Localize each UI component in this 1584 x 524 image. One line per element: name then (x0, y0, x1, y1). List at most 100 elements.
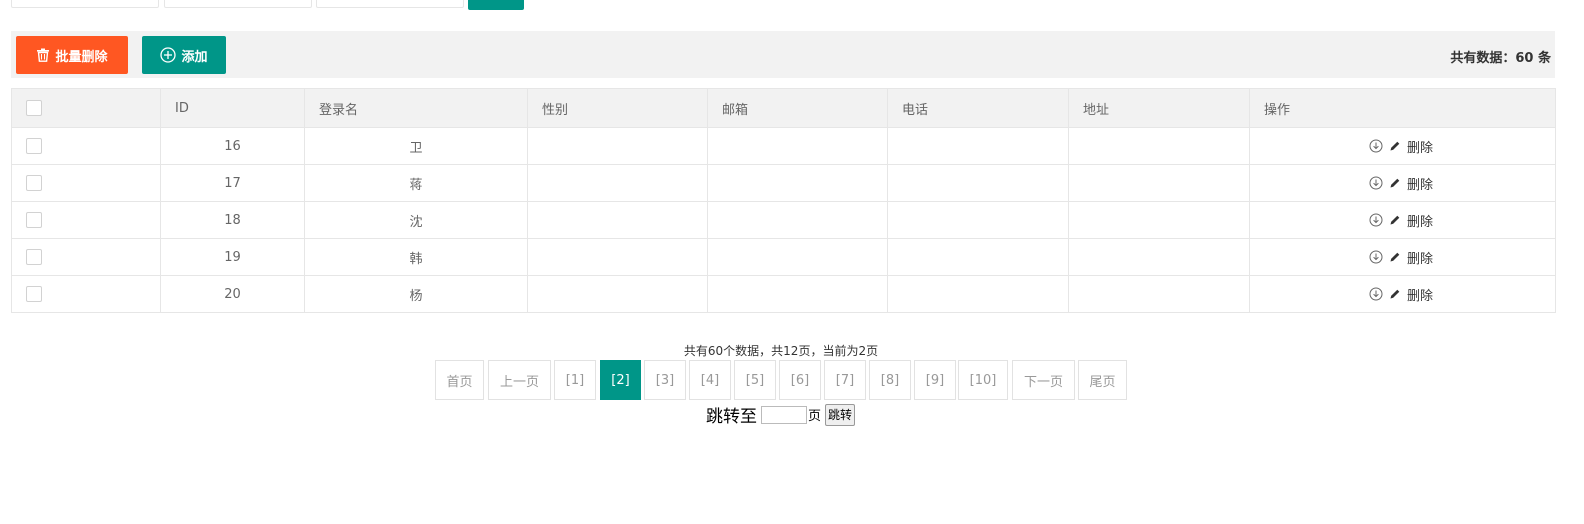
cell-actions: 删除 (1249, 275, 1556, 313)
pencil-icon[interactable] (1389, 177, 1401, 189)
cell-id: 17 (160, 164, 305, 202)
delete-link[interactable]: 删除 (1407, 174, 1433, 193)
download-circle-icon[interactable] (1369, 176, 1383, 190)
batch-delete-button[interactable]: 批量删除 (16, 36, 128, 74)
pagination-info: 共有60个数据，共12页，当前为2页 (683, 344, 879, 358)
trash-icon (36, 48, 50, 62)
cell-address (1068, 127, 1250, 165)
total-count: 共有数据：60 条 (1450, 51, 1551, 66)
header-phone: 电话 (887, 88, 1069, 128)
last-page-button[interactable]: 尾页 (1078, 360, 1127, 400)
header-gender: 性别 (527, 88, 708, 128)
add-button[interactable]: 添加 (142, 36, 226, 74)
jump-label: 跳转至 (706, 407, 757, 427)
plus-circle-icon (160, 47, 177, 63)
header-id: ID (160, 88, 305, 128)
cell-gender (527, 275, 708, 313)
cell-login-name: 杨 (304, 275, 528, 313)
cell-address (1068, 164, 1250, 202)
table-row: 17 蒋 删除 (11, 164, 1556, 202)
table-row: 16 卫 删除 (11, 127, 1556, 165)
cell-actions: 删除 (1249, 127, 1556, 165)
cell-address (1068, 275, 1250, 313)
jump-page-input[interactable] (761, 405, 807, 424)
row-checkbox[interactable] (26, 212, 42, 228)
table-header-row: ID 登录名 性别 邮箱 电话 地址 操作 (11, 88, 1556, 128)
cell-gender (527, 164, 708, 202)
table-row: 20 杨 删除 (11, 275, 1556, 313)
cell-phone (887, 238, 1069, 276)
cell-phone (887, 201, 1069, 239)
page-button-9[interactable]: [9] (914, 360, 956, 400)
toolbar: 批量删除 添加 共有数据：60 条 (11, 31, 1555, 78)
cell-login-name: 卫 (304, 127, 528, 165)
jump-button[interactable]: 跳转 (825, 403, 856, 426)
cell-phone (887, 127, 1069, 165)
page-button-2-current[interactable]: [2] (600, 360, 641, 400)
cell-gender (527, 127, 708, 165)
cell-login-name: 沈 (304, 201, 528, 239)
search-button[interactable] (468, 0, 524, 10)
batch-delete-label: 批量删除 (55, 49, 108, 65)
download-circle-icon[interactable] (1369, 139, 1383, 153)
cell-id: 16 (160, 127, 305, 165)
page-jump: 跳转至 页 跳转 (706, 402, 856, 427)
cell-actions: 删除 (1249, 164, 1556, 202)
cell-actions: 删除 (1249, 238, 1556, 276)
row-checkbox[interactable] (26, 138, 42, 154)
cell-id: 20 (160, 275, 305, 313)
delete-link[interactable]: 删除 (1407, 211, 1433, 230)
header-login-name: 登录名 (304, 88, 528, 128)
pencil-icon[interactable] (1389, 288, 1401, 300)
cell-login-name: 韩 (304, 238, 528, 276)
next-page-button[interactable]: 下一页 (1012, 360, 1075, 400)
add-label: 添加 (181, 49, 208, 65)
cell-email (707, 238, 888, 276)
row-checkbox[interactable] (26, 249, 42, 265)
page-button-7[interactable]: [7] (824, 360, 866, 400)
pencil-icon[interactable] (1389, 140, 1401, 152)
cell-email (707, 201, 888, 239)
cell-address (1068, 201, 1250, 239)
table-row: 18 沈 删除 (11, 201, 1556, 239)
cell-email (707, 164, 888, 202)
search-bar (11, 0, 611, 10)
cell-address (1068, 238, 1250, 276)
cell-actions: 删除 (1249, 201, 1556, 239)
header-address: 地址 (1068, 88, 1250, 128)
cell-phone (887, 275, 1069, 313)
delete-link[interactable]: 删除 (1407, 137, 1433, 156)
first-page-button[interactable]: 首页 (435, 360, 484, 400)
search-input-1[interactable] (11, 0, 159, 8)
page-button-1[interactable]: [1] (554, 360, 596, 400)
page-button-5[interactable]: [5] (734, 360, 776, 400)
cell-id: 18 (160, 201, 305, 239)
page-button-6[interactable]: [6] (779, 360, 821, 400)
pencil-icon[interactable] (1389, 251, 1401, 263)
delete-link[interactable]: 删除 (1407, 248, 1433, 267)
download-circle-icon[interactable] (1369, 213, 1383, 227)
row-checkbox[interactable] (26, 175, 42, 191)
header-email: 邮箱 (707, 88, 888, 128)
page-button-10[interactable]: [10] (958, 360, 1008, 400)
download-circle-icon[interactable] (1369, 250, 1383, 264)
page-button-4[interactable]: [4] (689, 360, 731, 400)
download-circle-icon[interactable] (1369, 287, 1383, 301)
header-actions: 操作 (1249, 88, 1556, 128)
cell-email (707, 127, 888, 165)
row-checkbox[interactable] (26, 286, 42, 302)
select-all-checkbox[interactable] (26, 100, 42, 116)
header-select-all (11, 88, 161, 128)
page-button-8[interactable]: [8] (869, 360, 911, 400)
table-row: 19 韩 删除 (11, 238, 1556, 276)
cell-phone (887, 164, 1069, 202)
pencil-icon[interactable] (1389, 214, 1401, 226)
delete-link[interactable]: 删除 (1407, 285, 1433, 304)
cell-gender (527, 201, 708, 239)
search-input-3[interactable] (316, 0, 464, 8)
search-input-2[interactable] (164, 0, 312, 8)
prev-page-button[interactable]: 上一页 (488, 360, 551, 400)
cell-gender (527, 238, 708, 276)
jump-unit-label: 页 (808, 409, 822, 424)
page-button-3[interactable]: [3] (644, 360, 686, 400)
